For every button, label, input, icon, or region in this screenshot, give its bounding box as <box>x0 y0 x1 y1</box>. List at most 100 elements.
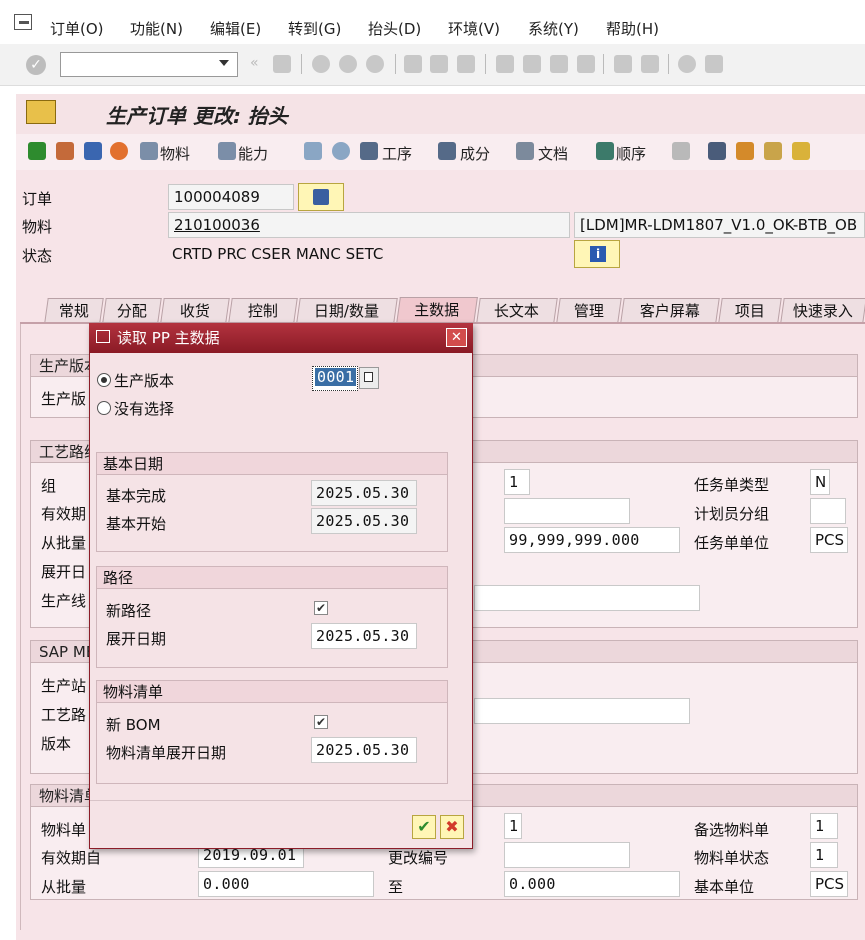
alternative-bom-field[interactable]: 1 <box>810 813 838 839</box>
cancel-button[interactable]: ✖ <box>440 815 464 839</box>
next-page-icon[interactable] <box>550 55 568 73</box>
tab-assignment[interactable]: 分配 <box>102 298 162 323</box>
bom-counter-field[interactable]: 1 <box>504 813 522 839</box>
find-icon[interactable] <box>430 55 448 73</box>
sequence-icon[interactable] <box>596 142 614 160</box>
sap-menu-icon[interactable] <box>14 14 32 30</box>
tab-general[interactable]: 常规 <box>44 298 104 323</box>
task-list-unit-field[interactable]: PCS <box>810 527 848 553</box>
menu-system[interactable]: 系统(Y) <box>528 18 579 39</box>
help-icon[interactable] <box>678 55 696 73</box>
toolbar-divider <box>485 54 486 74</box>
task-list-type-field[interactable]: N <box>810 469 830 495</box>
tab-long-text[interactable]: 长文本 <box>476 298 558 323</box>
to-lot-field[interactable]: 99,999,999.000 <box>504 527 680 553</box>
new-session-icon[interactable] <box>614 55 632 73</box>
grid-icon[interactable] <box>764 142 782 160</box>
close-icon[interactable]: ✕ <box>446 328 467 347</box>
tab-control[interactable]: 控制 <box>228 298 298 323</box>
version-input[interactable]: 0001 <box>312 366 358 391</box>
bom-from-lot-field[interactable]: 0.000 <box>198 871 374 897</box>
first-page-icon[interactable] <box>496 55 514 73</box>
save-icon[interactable] <box>273 55 291 73</box>
tab-administration[interactable]: 管理 <box>556 298 622 323</box>
capacity-icon[interactable] <box>218 142 236 160</box>
edit-order-button[interactable] <box>298 183 344 211</box>
operation-button[interactable]: 工序 <box>382 143 412 164</box>
bom-to-lot-field[interactable]: 0.000 <box>504 871 680 897</box>
exit-icon[interactable] <box>339 55 357 73</box>
bom-explosion-field[interactable]: 2025.05.30 <box>311 737 417 763</box>
shortcut-icon[interactable] <box>641 55 659 73</box>
base-unit-field[interactable]: PCS <box>810 871 848 897</box>
new-routing-checkbox[interactable]: ✔ <box>314 601 328 615</box>
production-line-field[interactable] <box>474 585 700 611</box>
bom-status-field[interactable]: 1 <box>810 842 838 868</box>
production-version-radio[interactable] <box>97 373 111 387</box>
enter-icon[interactable]: ✓ <box>26 55 46 75</box>
component-icon[interactable] <box>438 142 456 160</box>
flag-icon[interactable] <box>28 142 46 160</box>
change-number-field[interactable] <box>504 842 630 868</box>
header-icon[interactable] <box>56 142 74 160</box>
continue-button[interactable]: ✔ <box>412 815 436 839</box>
tab-master-data[interactable]: 主数据 <box>396 297 478 324</box>
stack-icon[interactable] <box>332 142 350 160</box>
document-icon[interactable] <box>516 142 534 160</box>
material-description: [LDM]MR-LDM1807_V1.0_OK-BTB_OB <box>574 212 865 238</box>
order-field[interactable]: 100004089 <box>168 184 294 210</box>
routing-field[interactable] <box>474 698 690 724</box>
planner-group-field[interactable] <box>810 498 846 524</box>
new-bom-checkbox[interactable]: ✔ <box>314 715 328 729</box>
menu-edit[interactable]: 编辑(E) <box>210 18 261 39</box>
basic-finish-field[interactable]: 2025.05.30 <box>311 480 417 506</box>
previous-page-icon[interactable] <box>523 55 541 73</box>
status-info-button[interactable]: i <box>574 240 620 268</box>
help-ring-icon[interactable] <box>110 142 128 160</box>
material-icon[interactable] <box>140 142 158 160</box>
capacity-button[interactable]: 能力 <box>238 143 268 164</box>
from-lot-label: 从批量 <box>41 534 87 552</box>
routing-empty-field[interactable] <box>504 498 630 524</box>
no-selection-radio[interactable] <box>97 401 111 415</box>
operation-icon[interactable] <box>360 142 378 160</box>
bom-explosion-label: 物料清单展开日期 <box>106 744 227 762</box>
status-label: 状态 <box>22 247 53 265</box>
chevron-down-icon[interactable] <box>219 60 229 66</box>
basic-start-field[interactable]: 2025.05.30 <box>311 508 417 534</box>
find-next-icon[interactable] <box>457 55 475 73</box>
tab-project[interactable]: 项目 <box>718 298 782 323</box>
layout-icon[interactable] <box>705 55 723 73</box>
menu-goto[interactable]: 转到(G) <box>288 18 341 39</box>
menu-help[interactable]: 帮助(H) <box>606 18 659 39</box>
material-button[interactable]: 物料 <box>160 143 190 164</box>
matrix-icon[interactable] <box>792 142 810 160</box>
component-button[interactable]: 成分 <box>460 143 490 164</box>
sequence-button[interactable]: 顺序 <box>616 143 646 164</box>
routing-explosion-field[interactable]: 2025.05.30 <box>311 623 417 649</box>
tab-quick-entry[interactable]: 快速录入 <box>780 298 865 323</box>
material-field[interactable]: 210100036 <box>168 212 570 238</box>
group-counter-field[interactable]: 1 <box>504 469 530 495</box>
menu-function[interactable]: 功能(N) <box>130 18 183 39</box>
print-icon[interactable] <box>404 55 422 73</box>
order-icon <box>26 100 56 124</box>
tab-customer-screen[interactable]: 客户屏幕 <box>620 298 720 323</box>
document-button[interactable]: 文档 <box>538 143 568 164</box>
tree-icon[interactable] <box>736 142 754 160</box>
calculator-icon[interactable] <box>84 142 102 160</box>
change-number-label: 更改编号 <box>388 849 449 867</box>
cancel-icon[interactable] <box>366 55 384 73</box>
hierarchy-icon[interactable] <box>304 142 322 160</box>
command-field[interactable] <box>60 52 238 77</box>
tab-goods-receipt[interactable]: 收货 <box>160 298 230 323</box>
copy-icon[interactable] <box>359 367 379 389</box>
menu-environment[interactable]: 环境(V) <box>448 18 500 39</box>
cube-icon[interactable] <box>672 142 690 160</box>
last-page-icon[interactable] <box>577 55 595 73</box>
menu-header[interactable]: 抬头(D) <box>368 18 421 39</box>
table-icon[interactable] <box>708 142 726 160</box>
menu-order[interactable]: 订单(O) <box>50 18 104 39</box>
tab-dates-quantities[interactable]: 日期/数量 <box>296 298 398 323</box>
back-icon[interactable] <box>312 55 330 73</box>
